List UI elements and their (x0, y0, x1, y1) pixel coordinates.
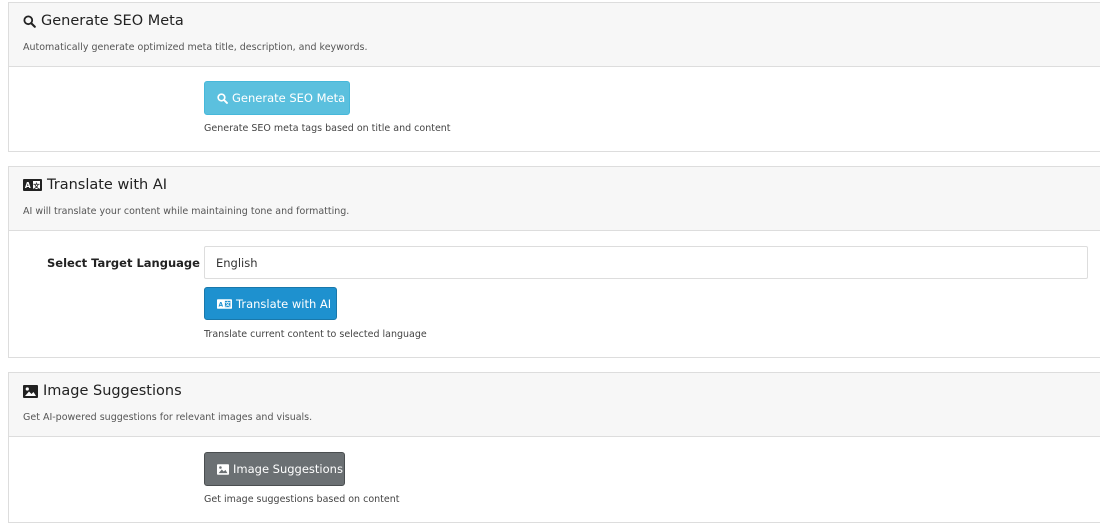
translate-with-ai-button-label: Translate with AI (236, 296, 332, 311)
seo-card: Generate SEO Meta Automatically generate… (8, 2, 1100, 152)
target-language-value: English (216, 255, 258, 270)
image-icon (23, 384, 38, 398)
seo-card-header: Generate SEO Meta Automatically generate… (9, 3, 1100, 67)
seo-card-description: Automatically generate optimized meta ti… (23, 42, 368, 53)
target-language-select[interactable]: English (204, 246, 1088, 279)
images-card-description: Get AI-powered suggestions for relevant … (23, 412, 313, 423)
translate-with-ai-button[interactable]: A文 Translate with AI (204, 287, 337, 320)
seo-card-body: Generate SEO Meta Generate SEO meta tags… (9, 67, 1100, 152)
images-help-text: Get image suggestions based on content (204, 494, 400, 505)
seo-card-title-text: Generate SEO Meta (41, 13, 184, 29)
translate-card-header: A文 Translate with AI AI will translate y… (9, 167, 1100, 231)
translate-card-title: A文 Translate with AI (23, 177, 167, 193)
images-card-header: Image Suggestions Get AI-powered suggest… (9, 373, 1100, 437)
search-icon (217, 92, 228, 104)
images-card-title-text: Image Suggestions (43, 383, 182, 399)
translate-card-description: AI will translate your content while mai… (23, 206, 350, 217)
images-card-title: Image Suggestions (23, 383, 182, 399)
target-language-label: Select Target Language (47, 256, 200, 270)
svg-text:文: 文 (32, 181, 40, 190)
translate-card: A文 Translate with AI AI will translate y… (8, 166, 1100, 358)
translate-icon: A文 (217, 298, 232, 309)
svg-text:A: A (25, 181, 31, 190)
generate-seo-meta-button-label: Generate SEO Meta (232, 91, 346, 105)
images-card: Image Suggestions Get AI-powered suggest… (8, 372, 1100, 523)
seo-card-title: Generate SEO Meta (23, 13, 184, 29)
translate-card-title-text: Translate with AI (47, 177, 168, 193)
generate-seo-meta-button[interactable]: Generate SEO Meta (204, 81, 350, 115)
translate-help-text: Translate current content to selected la… (204, 329, 427, 340)
translate-icon: A文 (23, 179, 42, 191)
image-suggestions-button[interactable]: Image Suggestions (204, 452, 345, 486)
images-card-body: Image Suggestions Get image suggestions … (9, 437, 1100, 523)
translate-card-body: Select Target Language English A文 Transl… (9, 231, 1100, 358)
image-icon (217, 463, 229, 475)
image-suggestions-button-label: Image Suggestions (233, 462, 343, 476)
search-icon (23, 14, 36, 28)
svg-text:A: A (219, 302, 224, 308)
seo-help-text: Generate SEO meta tags based on title an… (204, 123, 451, 134)
